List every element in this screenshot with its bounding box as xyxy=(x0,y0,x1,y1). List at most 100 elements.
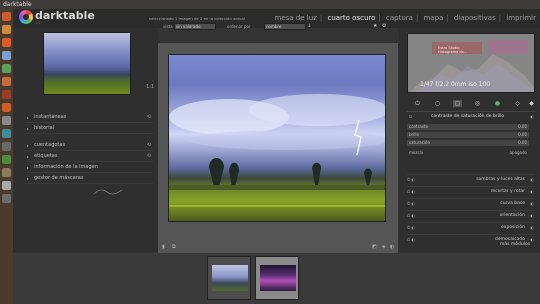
view-tethering[interactable]: captura xyxy=(386,14,413,22)
star-icon[interactable]: ★ xyxy=(373,23,377,29)
module-toggle-icon[interactable]: ⏻ ◐ xyxy=(407,235,415,245)
module-crop-rotate[interactable]: ⏻ ◐ recortar y rotar ◐ xyxy=(407,186,535,196)
module-exposure[interactable]: ⏻ ◐ exposición ◐ xyxy=(407,222,535,232)
edited-photo[interactable] xyxy=(168,54,386,222)
sort-select[interactable]: nombre xyxy=(264,23,306,30)
module-snapshots[interactable]: ▸ instantáneas ⟲ xyxy=(25,112,153,123)
histogram[interactable]: Extra Studio Histograma de... 1/47 f/2.2… xyxy=(407,33,535,93)
module-presets-icon[interactable]: ◐ xyxy=(531,235,535,245)
module-image-info[interactable]: ▸ información de la imagen xyxy=(25,162,153,173)
reset-icon[interactable]: ⟲ xyxy=(147,151,151,162)
darktable-icon[interactable] xyxy=(2,129,11,138)
navigation-preview[interactable] xyxy=(43,32,131,95)
filter-label: vista xyxy=(163,24,173,29)
expand-arrow-icon: ▸ xyxy=(27,126,30,131)
view-map[interactable]: mapa xyxy=(424,14,444,22)
power-icon[interactable]: ⏻ xyxy=(413,100,422,108)
settings-icon[interactable] xyxy=(2,116,11,125)
decorative-swirl-icon xyxy=(93,189,123,195)
histogram-meta: Extra Studio Histograma de... xyxy=(438,46,468,54)
view-lighttable[interactable]: mesa de luz xyxy=(275,14,317,22)
module-presets-icon[interactable]: ◐ xyxy=(531,199,535,209)
expand-arrow-icon: ▸ xyxy=(27,115,30,120)
display-mode-icon[interactable]: ◩ xyxy=(372,244,377,250)
expand-arrow-icon: ▸ xyxy=(27,165,30,170)
gimp-icon[interactable] xyxy=(2,181,11,190)
reset-icon[interactable]: ⟲ xyxy=(147,140,151,151)
color-group-icon[interactable]: ● xyxy=(493,100,502,107)
calc-icon[interactable] xyxy=(2,64,11,73)
firefox-icon[interactable] xyxy=(2,38,11,47)
files-icon[interactable] xyxy=(2,25,11,34)
module-on-icon[interactable]: ⏻ xyxy=(409,112,412,122)
module-toggle-icon[interactable]: ⏻ ◐ xyxy=(407,199,415,209)
blend-mode-select[interactable]: mezcla apagado xyxy=(407,150,535,157)
module-presets-icon[interactable]: ◐ xyxy=(531,187,535,197)
folder-icon[interactable] xyxy=(2,168,11,177)
module-presets-icon[interactable]: ◐ xyxy=(531,223,535,233)
module-group-tabs: ⏻ ○ ◻ ◎ ● ◇ ◆ xyxy=(409,100,536,109)
module-orientation[interactable]: ⏻ ◐ orientación ◐ xyxy=(407,210,535,220)
left-module-list: ▸ instantáneas ⟲ ▸ historial ▸ cuentagotas ⟲ … xyxy=(25,112,153,184)
filter-select[interactable]: sin valorado xyxy=(174,23,216,30)
module-colorpicker[interactable]: ▸ cuentagotas ⟲ xyxy=(25,140,153,151)
tone-group-icon[interactable]: ◎ xyxy=(473,100,482,107)
module-history[interactable]: ▸ historial xyxy=(25,123,153,134)
filmstrip-thumb[interactable] xyxy=(207,256,251,300)
more-modules-button[interactable]: más módulos xyxy=(500,242,530,247)
basic-group-icon[interactable]: ◻ xyxy=(453,100,462,107)
expand-arrow-icon: ▸ xyxy=(27,154,30,159)
view-print[interactable]: imprimir xyxy=(506,14,536,22)
view-slideshow[interactable]: diapositivas xyxy=(454,14,496,22)
correct-group-icon[interactable]: ◇ xyxy=(513,100,522,107)
collection-info: seleccionado 1 imagen de 2 en la colecci… xyxy=(149,16,245,21)
gamut-check-icon[interactable]: ◐ xyxy=(390,244,394,250)
effect-group-icon[interactable]: ◆ xyxy=(527,100,536,107)
module-toggle-icon[interactable]: ⏻ ◐ xyxy=(407,211,415,221)
module-mask-manager[interactable]: ▸ gestor de máscaras xyxy=(25,173,153,184)
module-presets-icon[interactable]: ◐ xyxy=(531,112,535,122)
module-toggle-icon[interactable]: ⏻ ◐ xyxy=(407,223,415,233)
exif-info: 1/47 f/2.2 0mm iso 100 xyxy=(420,81,491,88)
circle-icon[interactable]: ○ xyxy=(433,100,442,107)
active-module-header[interactable]: ⏻ contraste de saturación de brillo ◐ xyxy=(407,111,535,121)
terminal-icon[interactable] xyxy=(2,142,11,151)
view-darkroom[interactable]: cuarto oscuro xyxy=(327,14,375,22)
app-icon[interactable] xyxy=(2,155,11,164)
module-shadows-highlights[interactable]: ⏻ ◐ sombras y luces altas ◐ xyxy=(407,174,535,184)
amazon-icon[interactable] xyxy=(2,103,11,112)
module-base-curve[interactable]: ⏻ ◐ curva base ◐ xyxy=(407,198,535,208)
module-tagging[interactable]: ▸ etiquetas ⟲ xyxy=(25,151,153,162)
thumb-image xyxy=(260,265,296,291)
quick-access-icon[interactable]: ▮ xyxy=(162,244,165,250)
thumb-image xyxy=(212,265,248,291)
module-presets-icon[interactable]: ◐ xyxy=(531,175,535,185)
window-title: darktable xyxy=(3,1,32,8)
trash-icon[interactable] xyxy=(2,194,11,203)
darktable-window: darktable 1.1 mesa de luz | cuarto oscuro… xyxy=(13,9,540,304)
software-center-icon[interactable] xyxy=(2,90,11,99)
expand-arrow-icon: ▸ xyxy=(27,143,30,148)
slider-saturation[interactable]: saturación 0.00 xyxy=(407,140,535,147)
module-toggle-icon[interactable]: ⏻ ◐ xyxy=(407,175,415,185)
settings-gear-icon[interactable]: ⚙ xyxy=(382,23,386,29)
sort-order-icon[interactable]: ↓ xyxy=(307,23,311,29)
center-view: ▮ ⧉ ◩ ◈ ◐ xyxy=(158,43,398,253)
module-toggle-icon[interactable]: ⏻ ◐ xyxy=(407,187,415,197)
slider-contrast[interactable]: contraste 0.00 xyxy=(407,124,535,131)
reset-icon[interactable]: ⟲ xyxy=(147,112,151,123)
filmstrip-thumb-selected[interactable] xyxy=(255,256,299,300)
link-icon[interactable]: ⧉ xyxy=(172,244,176,250)
brand-name: darktable xyxy=(35,9,95,22)
sort-label: ordenar por xyxy=(227,24,251,29)
app-launcher xyxy=(0,9,13,304)
writer-icon[interactable] xyxy=(2,51,11,60)
softproof-icon[interactable]: ◈ xyxy=(382,244,386,250)
zoom-level[interactable]: 1:1 xyxy=(146,84,154,90)
slider-brightness[interactable]: brillo 0.00 xyxy=(407,132,535,139)
filmstrip xyxy=(13,253,540,304)
module-presets-icon[interactable]: ◐ xyxy=(531,211,535,221)
impress-icon[interactable] xyxy=(2,77,11,86)
view-switcher: mesa de luz | cuarto oscuro | captura | map… xyxy=(274,14,536,22)
ubuntu-icon[interactable] xyxy=(2,12,11,21)
